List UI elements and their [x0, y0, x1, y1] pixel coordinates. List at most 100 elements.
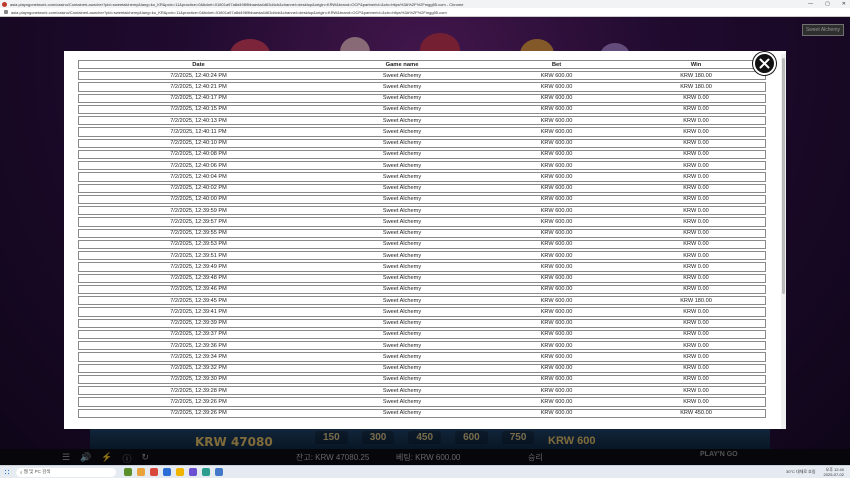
cell-bet: KRW 600.00 [486, 307, 627, 317]
cell-win: KRW 0.00 [627, 352, 766, 362]
address-bar[interactable]: asia.playngonetwork.com/casino/Container… [0, 8, 850, 17]
history-row: 7/2/2025, 12:39:34 PM Sweet Alchemy KRW 60… [78, 352, 766, 362]
cell-game-name: Sweet Alchemy [318, 183, 486, 193]
cell-date: 7/2/2025, 12:40:08 PM [78, 149, 318, 159]
cell-bet: KRW 600.00 [486, 172, 627, 182]
cell-game-name: Sweet Alchemy [318, 408, 486, 418]
cell-win: KRW 0.00 [627, 341, 766, 351]
cell-win: KRW 0.00 [627, 206, 766, 216]
site-info-icon[interactable] [4, 10, 8, 14]
cell-date: 7/2/2025, 12:39:49 PM [78, 262, 318, 272]
cell-win: KRW 0.00 [627, 251, 766, 261]
history-row: 7/2/2025, 12:40:13 PM Sweet Alchemy KRW 60… [78, 116, 766, 126]
history-row: 7/2/2025, 12:39:30 PM Sweet Alchemy KRW 60… [78, 374, 766, 384]
cell-bet: KRW 600.00 [486, 262, 627, 272]
history-scroll-area[interactable]: Date Game name Bet Win 7/2/2025, 12:40:2… [78, 58, 768, 429]
weather-text[interactable]: 30°C 대체로 흐림 [786, 469, 816, 475]
history-row: 7/2/2025, 12:39:26 PM Sweet Alchemy KRW 60… [78, 408, 766, 418]
cell-game-name: Sweet Alchemy [318, 149, 486, 159]
cell-win: KRW 180.00 [627, 71, 766, 81]
cell-win: KRW 0.00 [627, 329, 766, 339]
cell-game-name: Sweet Alchemy [318, 206, 486, 216]
history-row: 7/2/2025, 12:40:11 PM Sweet Alchemy KRW 60… [78, 127, 766, 137]
taskbar-app-icon[interactable] [124, 468, 132, 476]
cell-date: 7/2/2025, 12:39:46 PM [78, 284, 318, 294]
history-row: 7/2/2025, 12:39:57 PM Sweet Alchemy KRW 60… [78, 217, 766, 227]
cell-game-name: Sweet Alchemy [318, 341, 486, 351]
taskbar-app-icon[interactable] [189, 468, 197, 476]
cell-bet: KRW 600.00 [486, 228, 627, 238]
cell-bet: KRW 600.00 [486, 71, 627, 81]
cell-win: KRW 0.00 [627, 239, 766, 249]
history-table: Date Game name Bet Win 7/2/2025, 12:40:2… [78, 58, 766, 420]
cell-date: 7/2/2025, 12:39:48 PM [78, 273, 318, 283]
history-row: 7/2/2025, 12:40:06 PM Sweet Alchemy KRW 60… [78, 161, 766, 171]
history-row: 7/2/2025, 12:39:53 PM Sweet Alchemy KRW 60… [78, 239, 766, 249]
cell-game-name: Sweet Alchemy [318, 296, 486, 306]
url-text[interactable]: asia.playngonetwork.com/casino/Container… [11, 10, 811, 15]
history-row: 7/2/2025, 12:40:02 PM Sweet Alchemy KRW 60… [78, 183, 766, 193]
cell-date: 7/2/2025, 12:40:06 PM [78, 161, 318, 171]
modal-scrollbar[interactable] [781, 54, 786, 429]
taskbar-app-icon[interactable] [202, 468, 210, 476]
cell-date: 7/2/2025, 12:40:10 PM [78, 138, 318, 148]
history-row: 7/2/2025, 12:39:48 PM Sweet Alchemy KRW 60… [78, 273, 766, 283]
cell-win: KRW 0.00 [627, 183, 766, 193]
cell-win: KRW 0.00 [627, 138, 766, 148]
cell-bet: KRW 600.00 [486, 341, 627, 351]
column-header-date: Date [78, 60, 318, 69]
cell-win: KRW 0.00 [627, 194, 766, 204]
cell-bet: KRW 600.00 [486, 251, 627, 261]
close-window-icon[interactable]: ✕ [842, 1, 846, 7]
taskbar-app-icon[interactable] [163, 468, 171, 476]
minimize-icon[interactable]: — [808, 1, 813, 7]
cell-bet: KRW 600.00 [486, 161, 627, 171]
history-row: 7/2/2025, 12:39:37 PM Sweet Alchemy KRW 60… [78, 329, 766, 339]
taskbar-clock[interactable]: 오후 12:40 2025-07-02 [824, 467, 844, 477]
cell-win: KRW 180.00 [627, 296, 766, 306]
cell-bet: KRW 600.00 [486, 284, 627, 294]
maximize-icon[interactable]: ▢ [825, 1, 830, 7]
cell-bet: KRW 600.00 [486, 104, 627, 114]
cell-bet: KRW 600.00 [486, 239, 627, 249]
cell-game-name: Sweet Alchemy [318, 93, 486, 103]
cell-date: 7/2/2025, 12:39:26 PM [78, 397, 318, 407]
cell-date: 7/2/2025, 12:39:45 PM [78, 296, 318, 306]
cell-game-name: Sweet Alchemy [318, 194, 486, 204]
site-favicon-icon [2, 1, 7, 7]
cell-win: KRW 0.00 [627, 307, 766, 317]
cell-date: 7/2/2025, 12:40:11 PM [78, 127, 318, 137]
taskbar-app-icon[interactable] [150, 468, 158, 476]
cell-date: 7/2/2025, 12:39:57 PM [78, 217, 318, 227]
cell-bet: KRW 600.00 [486, 408, 627, 418]
window-title: asia.playngonetwork.com/casino/Container… [10, 1, 464, 7]
cell-bet: KRW 600.00 [486, 183, 627, 193]
scrollbar-thumb[interactable] [782, 58, 785, 294]
cell-win: KRW 0.00 [627, 161, 766, 171]
history-row: 7/2/2025, 12:40:24 PM Sweet Alchemy KRW 60… [78, 71, 766, 81]
cell-win: KRW 0.00 [627, 93, 766, 103]
cell-win: KRW 0.00 [627, 228, 766, 238]
clock-date: 2025-07-02 [823, 472, 844, 477]
cell-bet: KRW 600.00 [486, 296, 627, 306]
cell-bet: KRW 600.00 [486, 273, 627, 283]
taskbar-app-icon[interactable] [137, 468, 145, 476]
cell-date: 7/2/2025, 12:39:37 PM [78, 329, 318, 339]
taskbar-app-icon[interactable] [176, 468, 184, 476]
close-modal-button[interactable] [753, 52, 776, 75]
cell-bet: KRW 600.00 [486, 127, 627, 137]
cell-game-name: Sweet Alchemy [318, 251, 486, 261]
cell-game-name: Sweet Alchemy [318, 116, 486, 126]
game-history-modal: Date Game name Bet Win 7/2/2025, 12:40:2… [64, 51, 786, 429]
taskbar-app-icon[interactable] [215, 468, 223, 476]
history-row: 7/2/2025, 12:39:51 PM Sweet Alchemy KRW 60… [78, 251, 766, 261]
cell-date: 7/2/2025, 12:40:24 PM [78, 71, 318, 81]
cell-bet: KRW 600.00 [486, 363, 627, 373]
taskbar-search-input[interactable]: ⌕ 웹 및 PC 검색 [16, 467, 116, 477]
cell-bet: KRW 600.00 [486, 329, 627, 339]
cell-date: 7/2/2025, 12:39:34 PM [78, 352, 318, 362]
browser-titlebar: asia.playngonetwork.com/casino/Container… [0, 0, 850, 8]
windows-start-icon[interactable] [4, 469, 10, 475]
history-row: 7/2/2025, 12:39:46 PM Sweet Alchemy KRW 60… [78, 284, 766, 294]
cell-win: KRW 0.00 [627, 284, 766, 294]
